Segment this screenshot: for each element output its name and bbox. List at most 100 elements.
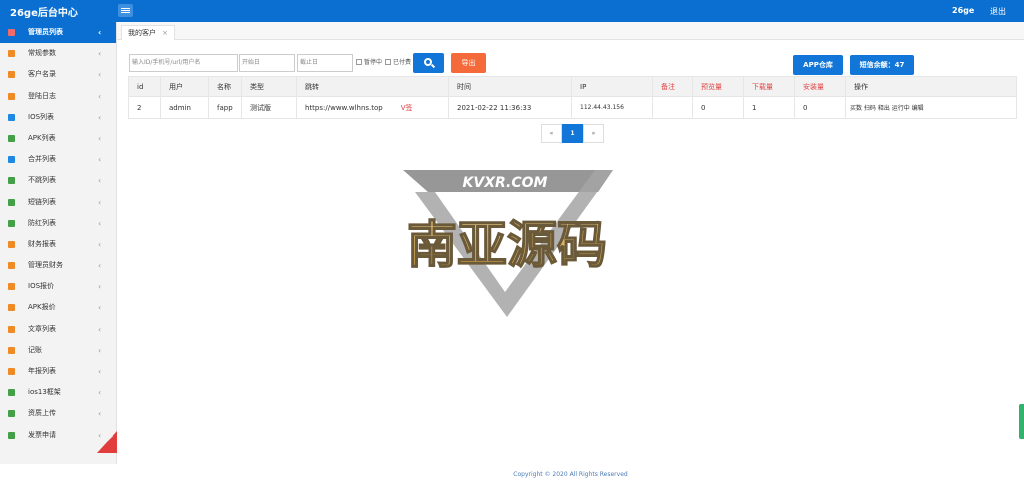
sidebar-item-label: ios13框架 [28,388,61,397]
sidebar-item-label: 发票申请 [28,430,56,439]
sidebar-item-ios13-frame[interactable]: ios13框架 ‹ [0,382,116,403]
keyword-input[interactable]: 输入ID/手机号/url/用户名 [129,54,238,72]
rss-icon [8,177,15,185]
sidebar-item-ios-quote[interactable]: IOS报价 ‹ [0,276,116,297]
chevron-left-icon: ‹ [98,49,102,59]
sidebar-item-finance-report[interactable]: 财务报表 ‹ [0,234,116,255]
sidebar-item-label: APK列表 [28,133,56,142]
cell-id: 2 [128,96,161,119]
col-ops: 操作 [845,76,1017,97]
sms-balance-button[interactable]: 短信余额：47 [850,55,914,75]
paused-checkbox[interactable] [356,59,362,65]
menu-toggle-button[interactable] [118,4,133,17]
chevron-left-icon: ‹ [98,112,102,122]
cell-name: fapp [208,96,242,119]
users-icon [8,29,15,36]
sidebar-item-label: 短链列表 [28,197,56,206]
paused-checkbox-label: 暂停中 [364,59,383,66]
list-icon [8,304,15,312]
end-date-input[interactable]: 截止日 [297,54,353,72]
sidebar-item-customers[interactable]: 客户名录 ‹ [0,64,116,85]
tab-my-customers[interactable]: 我的客户 × [121,25,175,40]
export-button[interactable]: 导出 [451,53,486,73]
next-page-button[interactable]: » [583,124,604,143]
merge-icon [8,156,15,164]
music-icon [8,346,15,354]
person-icon [8,325,15,333]
sidebar-item-admin-finance[interactable]: 管理员财务 ‹ [0,255,116,276]
sidebar-item-label: 登陆日志 [28,91,56,100]
brand-title: 26ge后台中心 [10,8,78,19]
sidebar-item-annual-report[interactable]: 年报列表 ‹ [0,361,116,382]
chevron-left-icon: ‹ [98,261,102,271]
sidebar-item-label: 记账 [28,345,42,354]
sidebar-item-antired-list[interactable]: 防红列表 ‹ [0,213,116,234]
chevron-left-icon: ‹ [98,367,102,376]
sidebar-item-label: APK报价 [28,303,56,312]
logout-link[interactable]: 退出 [990,6,1006,17]
start-date-input[interactable]: 开始日 [239,54,295,72]
cell-jump: https://www.wlhns.top V签 [296,96,449,119]
search-button[interactable] [413,53,444,73]
chevron-left-icon: ‹ [98,388,102,398]
sidebar-item-apk-list[interactable]: APK列表 ‹ [0,128,116,149]
paid-checkbox[interactable] [385,59,391,65]
prev-page-button[interactable]: « [541,124,562,143]
sidebar-item-bookkeeping[interactable]: 记账 ‹ [0,340,116,361]
rss-icon [8,389,15,397]
cell-ops[interactable]: 买数 扫码 释出 运行中 编辑 [845,96,1017,119]
col-type: 类型 [241,76,297,97]
sidebar-item-label: 年报列表 [28,367,56,375]
cell-user: admin [160,96,209,119]
rss-icon [8,198,15,206]
sidebar-item-ios-list[interactable]: IOS列表 ‹ [0,107,116,128]
watermark-top-text: KVXR.COM [463,175,548,191]
sidebar-item-article-list[interactable]: 文章列表 ‹ [0,319,116,340]
log-icon [8,92,15,100]
sidebar-item-admin-list[interactable]: 管理员列表 ‹ [0,22,116,44]
table-row: 2 admin fapp 测试版 https://www.wlhns.top V签… [128,96,1017,119]
cell-downloads: 1 [743,96,795,119]
chevron-left-icon: ‹ [98,155,102,165]
chevron-left-icon: ‹ [98,324,102,334]
col-ip: IP [571,76,653,97]
chevron-left-icon: ‹ [98,303,102,313]
sidebar-item-label: 合并列表 [28,155,56,164]
close-icon[interactable]: × [162,29,168,37]
tab-bar: 我的客户 × [117,22,1024,40]
table-header-row: id 用户 名称 类型 跳转 时间 IP 备注 预览量 下载量 安装量 操作 [128,76,1017,97]
sidebar-item-qualification-upload[interactable]: 资质上传 ‹ [0,403,116,424]
sidebar-item-invoice-request[interactable]: 发票申请 ‹ [0,425,116,446]
rss-icon [8,219,15,227]
sidebar-item-shortlink-list[interactable]: 短链列表 ‹ [0,192,116,213]
chevron-left-icon: ‹ [98,409,102,419]
customer-table: id 用户 名称 类型 跳转 时间 IP 备注 预览量 下载量 安装量 操作 2… [128,76,1017,119]
col-views: 预览量 [692,76,744,97]
cell-time: 2021-02-22 11:36:33 [448,96,572,119]
chevron-left-icon: ‹ [98,197,102,207]
col-installs: 安装量 [794,76,846,97]
watermark-main-text: 南亚源码 [407,216,607,274]
floating-side-tab[interactable] [1019,404,1024,439]
chevron-left-icon: ‹ [98,28,102,37]
sidebar-item-label: 管理员列表 [28,28,63,36]
music-icon [8,368,15,375]
cell-ip: 112.44.43.156 [571,96,653,119]
sidebar-item-nojump-list[interactable]: 不跳列表 ‹ [0,170,116,191]
sidebar-item-label: IOS报价 [28,282,55,291]
sidebar-item-general-params[interactable]: 常规参数 ‹ [0,43,116,64]
shield-icon [8,262,15,270]
chevron-left-icon: ‹ [98,430,102,440]
sidebar-item-merge-list[interactable]: 合并列表 ‹ [0,149,116,170]
col-time: 时间 [448,76,572,97]
col-id: id [128,76,161,97]
sidebar-item-apk-quote[interactable]: APK报价 ‹ [0,297,116,318]
chevron-left-icon: ‹ [98,70,102,80]
sidebar-item-login-log[interactable]: 登陆日志 ‹ [0,86,116,107]
current-user[interactable]: 26ge [952,6,974,15]
jump-link[interactable]: https://www.wlhns.top [305,104,383,112]
page-button-current[interactable]: 1 [562,124,583,143]
android-icon [8,134,15,142]
apple-icon [8,113,15,121]
app-store-button[interactable]: APP仓库 [793,55,843,75]
